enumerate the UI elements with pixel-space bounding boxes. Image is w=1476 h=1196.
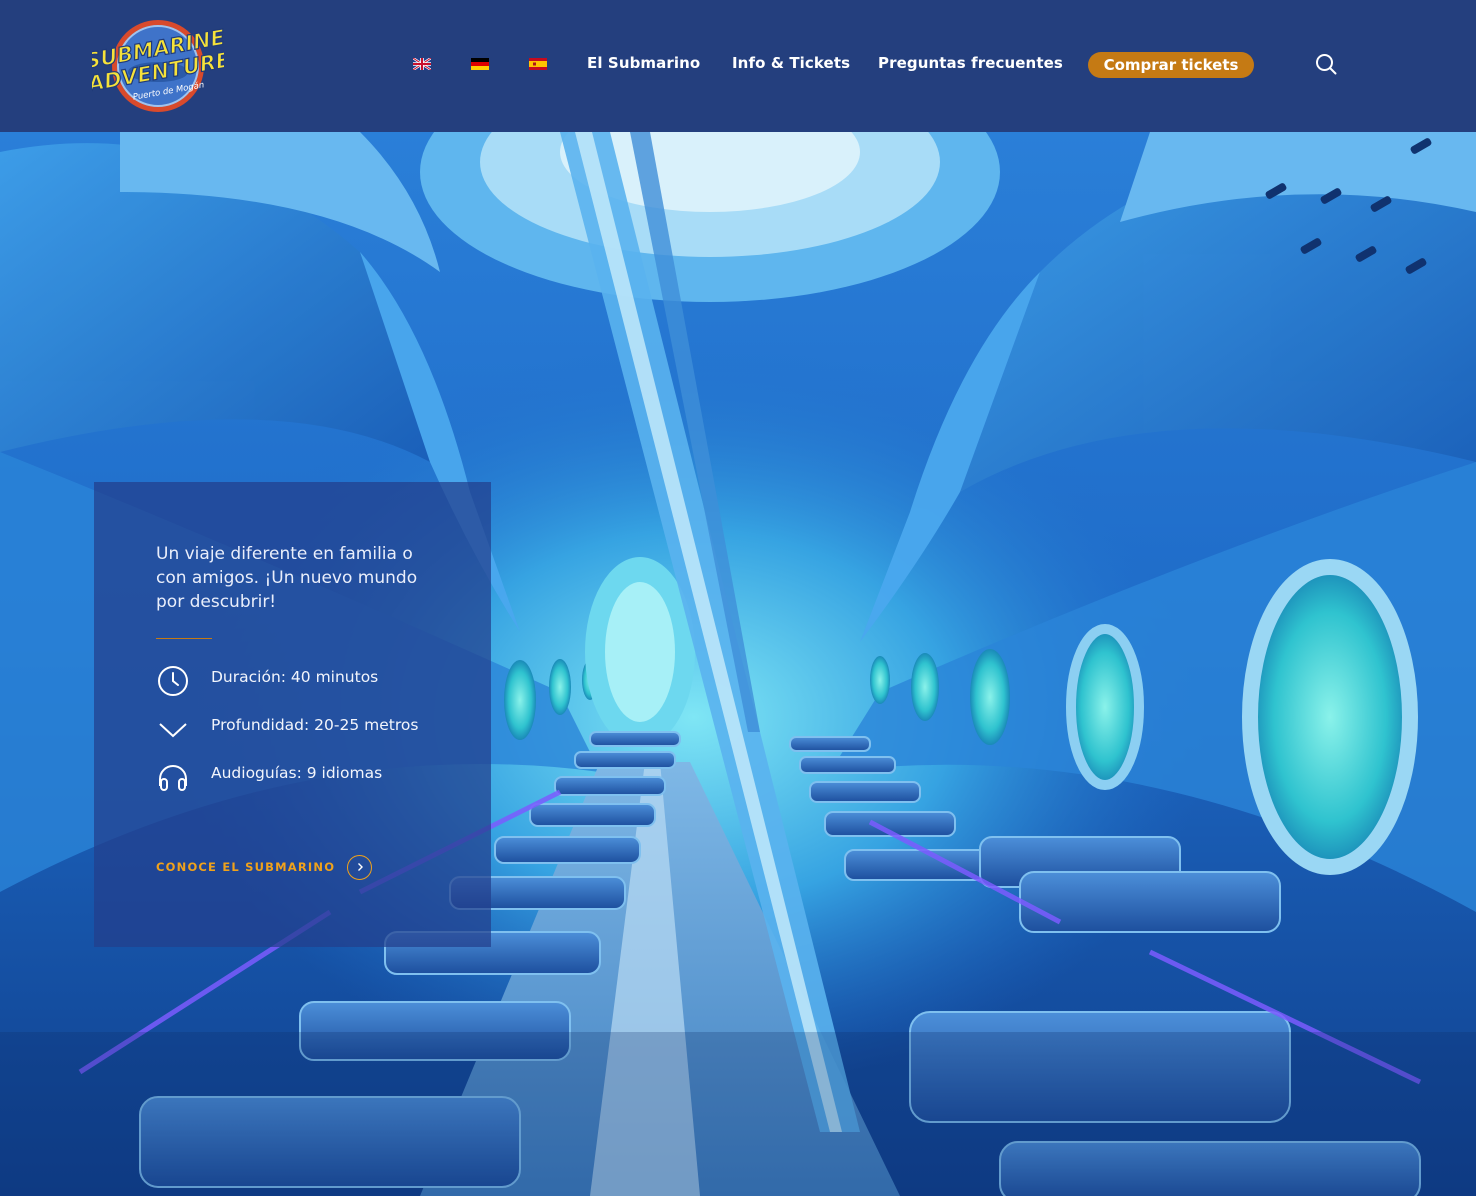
- nav-link-preguntas-frecuentes[interactable]: Preguntas frecuentes: [878, 54, 1063, 72]
- hero-tagline: Un viaje diferente en familia o con amig…: [156, 544, 418, 612]
- feature-duration: Duración: 40 minutos: [156, 664, 476, 700]
- buy-tickets-label: Comprar tickets: [1103, 56, 1239, 74]
- info-card: Un viaje diferente en familia o con amig…: [94, 482, 491, 947]
- flag-es-icon[interactable]: [529, 58, 547, 70]
- nav-link-info-tickets[interactable]: Info & Tickets: [732, 54, 850, 72]
- clock-icon: [156, 664, 190, 698]
- conoce-el-submarino-link[interactable]: CONOCE EL SUBMARINO: [156, 854, 373, 880]
- nav-link-el-submarino[interactable]: El Submarino: [587, 54, 700, 72]
- headphones-icon: [156, 760, 190, 794]
- buy-tickets-button[interactable]: Comprar tickets: [1088, 52, 1254, 78]
- card-divider: [156, 638, 212, 639]
- feature-depth-text: Profundidad: 20-25 metros: [211, 716, 419, 734]
- hero-section: Un viaje diferente en familia o con amig…: [0, 132, 1476, 1196]
- chevron-right-icon: [347, 854, 373, 880]
- feature-audioguides: Audioguías: 9 idiomas: [156, 760, 476, 796]
- feature-duration-text: Duración: 40 minutos: [211, 668, 379, 686]
- chevron-down-icon: [156, 712, 190, 746]
- flag-uk-icon[interactable]: [413, 58, 431, 70]
- site-header: SUBMARINE ADVENTURE Puerto de Mogán El S…: [0, 0, 1476, 132]
- search-icon[interactable]: [1314, 52, 1338, 76]
- flag-de-icon[interactable]: [471, 58, 489, 70]
- main-nav: El Submarino Info & Tickets Preguntas fr…: [0, 44, 1476, 84]
- cta-label: CONOCE EL SUBMARINO: [156, 860, 336, 874]
- feature-audioguides-text: Audioguías: 9 idiomas: [211, 764, 383, 782]
- feature-depth: Profundidad: 20-25 metros: [156, 712, 476, 748]
